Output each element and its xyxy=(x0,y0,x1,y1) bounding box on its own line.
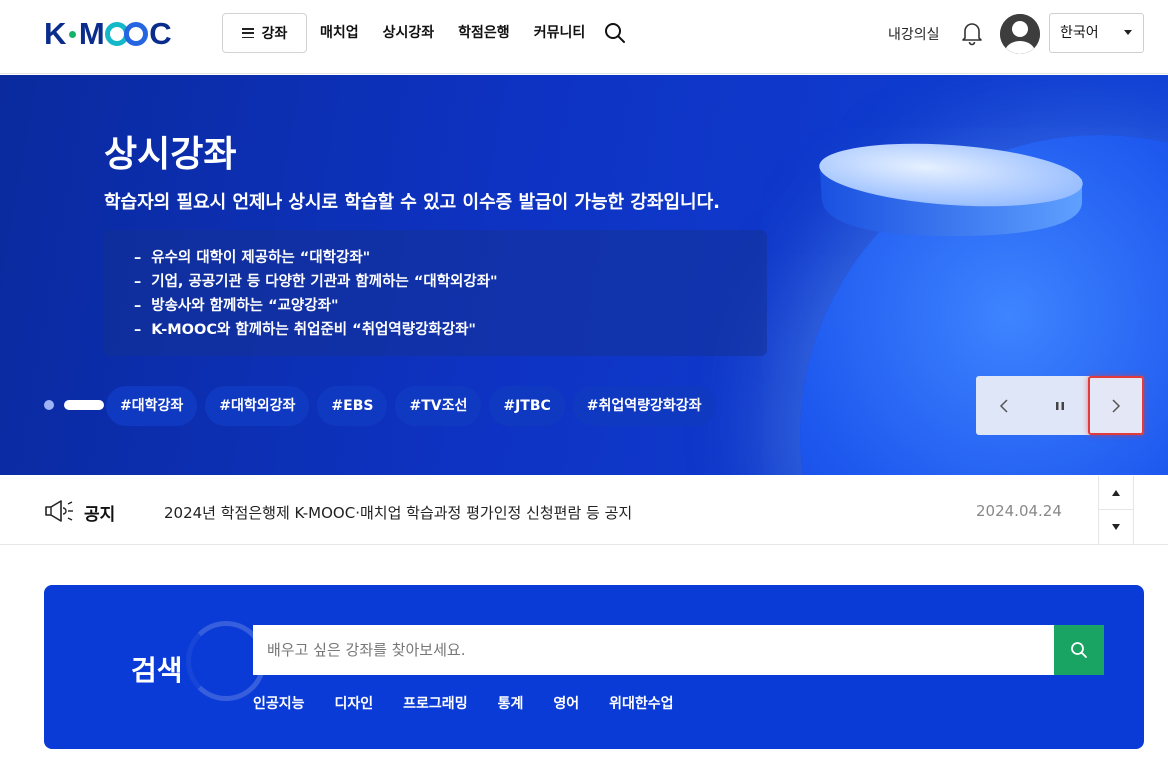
notice-date: 2024.04.24 xyxy=(976,502,1062,520)
notice-bar: 공지 2024년 학점은행제 K-MOOC·매치업 학습과정 평가인정 신청편람… xyxy=(0,476,1168,545)
notice-next-button[interactable] xyxy=(1099,510,1133,544)
k-mooc-logo[interactable]: K M C xyxy=(44,16,172,51)
notice-label: 공지 xyxy=(84,505,116,525)
hashtag-tv-chosun[interactable]: #TV조선 xyxy=(395,386,482,426)
slide-dot-1[interactable] xyxy=(44,400,54,410)
nav-matchup[interactable]: 매치업 xyxy=(320,22,359,44)
hero-subtitle: 학습자의 필요시 언제나 상시로 학습할 수 있고 이수증 발급이 가능한 강좌… xyxy=(104,192,720,213)
course-menu-label: 강좌 xyxy=(261,26,288,42)
search-section-title: 검색 xyxy=(131,654,183,687)
keyword-great-lectures[interactable]: 위대한수업 xyxy=(609,693,673,713)
notice-prev-button[interactable] xyxy=(1099,476,1133,510)
keyword-statistics[interactable]: 통계 xyxy=(498,693,524,713)
chevron-down-icon xyxy=(1124,30,1132,35)
nav-community[interactable]: 커뮤니티 xyxy=(534,22,586,44)
course-search-section: 검색 인공지능 디자인 프로그래밍 통계 영어 위대한수업 xyxy=(44,585,1144,749)
hashtag-non-university-courses[interactable]: #대학외강좌 xyxy=(205,386,310,426)
hero-feature-item: 방송사와 함께하는 “교양강좌" xyxy=(134,294,767,318)
hamburger-icon xyxy=(241,28,254,38)
language-select[interactable]: 한국어 xyxy=(1049,13,1144,53)
search-icon xyxy=(1071,642,1087,658)
user-avatar[interactable] xyxy=(1000,14,1040,54)
pause-icon xyxy=(1056,401,1064,410)
search-icon[interactable] xyxy=(604,22,626,44)
keyword-design[interactable]: 디자인 xyxy=(335,693,374,713)
keyword-programming[interactable]: 프로그래밍 xyxy=(403,693,467,713)
slider-controls xyxy=(976,376,1144,435)
hashtag-ebs[interactable]: #EBS xyxy=(317,386,388,426)
nav-always-open-courses[interactable]: 상시강좌 xyxy=(383,22,435,44)
keyword-english[interactable]: 영어 xyxy=(553,693,579,713)
slide-pagination xyxy=(44,400,104,410)
site-header: K M C 강좌 매치업 상시강좌 학점은행 커뮤니티 내강의실 한국어 xyxy=(0,0,1168,74)
hashtag-employment-courses[interactable]: #취업역량강화강좌 xyxy=(572,386,716,426)
hero-banner: 상시강좌 학습자의 필요시 언제나 상시로 학습할 수 있고 이수증 발급이 가… xyxy=(0,75,1168,475)
logo-m: M xyxy=(78,16,105,51)
triangle-down-icon xyxy=(1112,524,1120,530)
logo-oo xyxy=(105,22,149,46)
hero-feature-item: 유수의 대학이 제공하는 “대학강좌" xyxy=(134,246,767,270)
previous-slide-button[interactable] xyxy=(976,376,1032,435)
bell-icon[interactable] xyxy=(959,20,985,46)
my-classroom-link[interactable]: 내강의실 xyxy=(888,24,940,44)
triangle-up-icon xyxy=(1112,489,1120,496)
main-nav: 매치업 상시강좌 학점은행 커뮤니티 xyxy=(320,22,609,44)
hashtag-list: #대학강좌 #대학외강좌 #EBS #TV조선 #JTBC #취업역량강화강좌 xyxy=(106,386,716,426)
slide-dot-2-active[interactable] xyxy=(64,400,104,410)
hero-feature-item: 기업, 공공기관 등 다양한 기관과 함께하는 “대학외강좌" xyxy=(134,270,767,294)
notice-scroll-controls xyxy=(1098,476,1134,545)
chevron-right-icon xyxy=(1112,398,1121,413)
hero-title: 상시강좌 xyxy=(104,134,237,175)
megaphone-icon xyxy=(45,500,73,522)
pause-slide-button[interactable] xyxy=(1032,376,1088,435)
next-slide-button[interactable] xyxy=(1088,376,1144,435)
logo-c: C xyxy=(149,16,172,51)
language-select-value: 한국어 xyxy=(1060,25,1099,41)
hero-feature-item: K-MOOC와 함께하는 취업준비 “취업역량강화강좌" xyxy=(134,318,767,342)
logo-k: K xyxy=(44,16,66,51)
course-search-button[interactable] xyxy=(1054,625,1104,675)
course-search-input[interactable] xyxy=(253,625,1055,675)
nav-credit-bank[interactable]: 학점은행 xyxy=(458,22,510,44)
popular-keywords: 인공지능 디자인 프로그래밍 통계 영어 위대한수업 xyxy=(253,693,704,713)
notice-headline-link[interactable]: 2024년 학점은행제 K-MOOC·매치업 학습과정 평가인정 신청편람 등 … xyxy=(164,502,632,523)
chevron-left-icon xyxy=(999,398,1008,413)
logo-dot xyxy=(68,30,76,38)
user-avatar-icon xyxy=(1000,14,1040,54)
course-menu-button[interactable]: 강좌 xyxy=(222,13,307,53)
floating-disc-graphic xyxy=(819,143,1083,237)
keyword-ai[interactable]: 인공지능 xyxy=(253,693,305,713)
hero-feature-list: 유수의 대학이 제공하는 “대학강좌" 기업, 공공기관 등 다양한 기관과 함… xyxy=(104,230,767,356)
hashtag-university-courses[interactable]: #대학강좌 xyxy=(106,386,198,426)
hashtag-jtbc[interactable]: #JTBC xyxy=(489,386,565,426)
